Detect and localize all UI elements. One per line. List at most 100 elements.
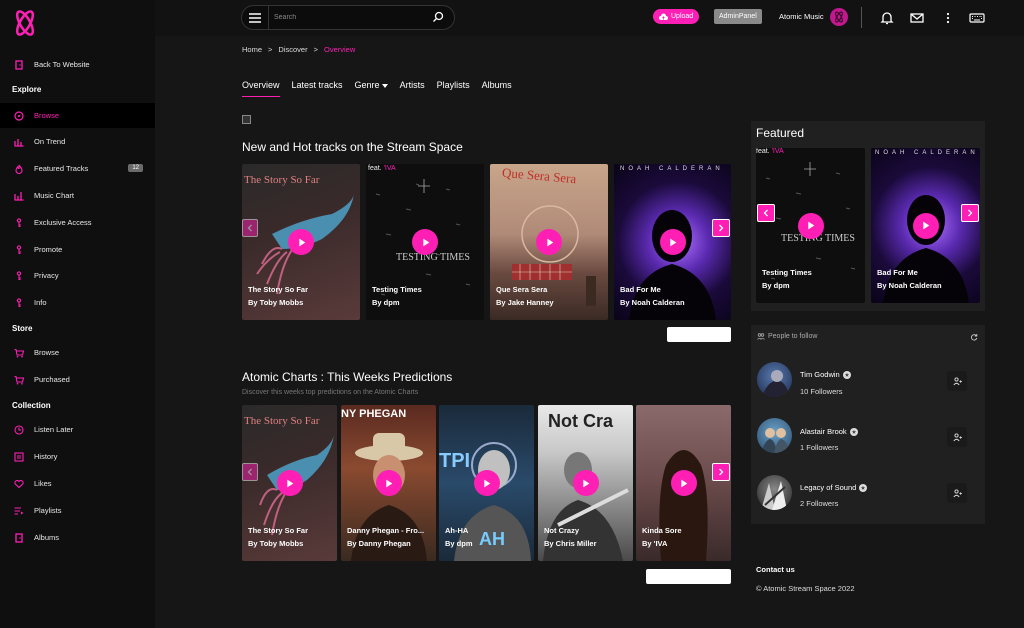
play-button[interactable] xyxy=(659,229,686,255)
play-button[interactable] xyxy=(670,470,697,496)
sidebar-item-info[interactable]: Info xyxy=(0,290,155,315)
follow-button[interactable] xyxy=(947,483,967,503)
keyboard-icon[interactable] xyxy=(969,11,985,25)
play-button[interactable] xyxy=(572,470,599,496)
carousel-next-button[interactable] xyxy=(712,463,730,481)
people-heading-label: People to follow xyxy=(768,333,818,340)
play-button[interactable] xyxy=(412,229,438,255)
cart-icon xyxy=(14,375,24,385)
sidebar-item-albums[interactable]: Albums xyxy=(0,525,155,550)
breadcrumb-discover[interactable]: Discover xyxy=(278,45,307,54)
track-card[interactable]: NY PHEGAN Danny Phegan - Fro... By Danny… xyxy=(341,405,436,561)
sidebar-item-purchased[interactable]: Purchased xyxy=(0,367,155,392)
featured-prev-button[interactable] xyxy=(757,204,775,222)
hamburger-menu-icon[interactable] xyxy=(247,10,263,26)
breadcrumb-separator: > xyxy=(268,45,273,54)
carousel-next-button[interactable] xyxy=(712,219,730,237)
breadcrumb-current: Overview xyxy=(323,45,356,54)
sidebar-item-browse[interactable]: Browse xyxy=(0,103,155,128)
track-card[interactable]: Que Sera Sera Que Sera Sera By Jake Hann… xyxy=(490,164,608,320)
sidebar-item-promote[interactable]: Promote xyxy=(0,237,155,262)
sidebar-item-store-browse[interactable]: Browse xyxy=(0,340,155,365)
tab-genre[interactable]: Genre xyxy=(355,80,388,97)
carousel-prev-button[interactable] xyxy=(242,463,258,481)
cloud-upload-icon xyxy=(659,13,668,20)
track-artist: By Toby Mobbs xyxy=(248,539,304,548)
play-button[interactable] xyxy=(276,470,303,496)
play-icon xyxy=(422,238,429,246)
tab-artists[interactable]: Artists xyxy=(400,80,425,97)
track-card[interactable]: AH TPI Ah-HA By dpm xyxy=(439,405,534,561)
refresh-icon[interactable] xyxy=(970,333,978,341)
avatar[interactable] xyxy=(757,362,792,397)
tab-albums[interactable]: Albums xyxy=(482,80,512,97)
track-artist: By Noah Calderan xyxy=(877,281,942,290)
person-name-label: Alastair Brook xyxy=(800,427,847,436)
track-card[interactable]: Not Cra Not Crazy By Chris Miller xyxy=(538,405,633,561)
contact-us-link[interactable]: Contact us xyxy=(756,565,795,574)
back-to-website-link[interactable]: Back To Website xyxy=(0,52,155,77)
avatar[interactable] xyxy=(757,475,792,510)
user-name[interactable]: Atomic Music xyxy=(779,12,824,21)
verified-icon xyxy=(859,483,868,492)
search-divider xyxy=(268,6,269,29)
tab-playlists[interactable]: Playlists xyxy=(437,80,470,97)
sidebar-item-history[interactable]: History xyxy=(0,444,155,469)
admin-panel-button[interactable]: AdminPanel xyxy=(714,9,762,24)
avatar[interactable] xyxy=(830,8,848,26)
users-icon xyxy=(757,333,765,340)
view-more-button[interactable] xyxy=(646,569,731,584)
featured-card[interactable]: feat. 'IVA TESTING TIMES Testing Times B… xyxy=(756,148,865,303)
sidebar-item-music-chart[interactable]: Music Chart xyxy=(0,183,155,208)
mail-icon[interactable] xyxy=(910,11,924,25)
tab-overview[interactable]: Overview xyxy=(242,80,280,97)
track-card[interactable]: The Story So Far The Story So Far By Tob… xyxy=(242,164,360,320)
compass-icon xyxy=(14,110,24,121)
user-add-icon xyxy=(952,432,962,441)
sidebar-item-on-trend[interactable]: On Trend xyxy=(0,129,155,154)
sidebar-item-exclusive-access[interactable]: Exclusive Access xyxy=(0,210,155,235)
cover-text: NOAH CALDERAN xyxy=(875,150,979,156)
person-name[interactable]: Tim Godwin xyxy=(800,370,851,379)
featured-next-button[interactable] xyxy=(961,204,979,222)
sidebar-item-label: Browse xyxy=(34,348,60,357)
verified-icon xyxy=(842,370,851,379)
avatar[interactable] xyxy=(757,418,792,453)
track-card[interactable]: NOAH CALDERAN Bad For Me By Noah Caldera… xyxy=(614,164,731,320)
play-button[interactable] xyxy=(797,212,824,239)
track-card[interactable]: The Story So Far The Story So Far By Tob… xyxy=(242,405,337,561)
person-name[interactable]: Alastair Brook xyxy=(800,427,858,436)
carousel-prev-button[interactable] xyxy=(242,219,258,237)
sidebar-item-privacy[interactable]: Privacy xyxy=(0,263,155,288)
track-card[interactable]: feat. 'IVA TESTING TIMES Testing Times B… xyxy=(366,164,484,320)
atom-logo-icon[interactable] xyxy=(10,8,40,38)
upload-button[interactable]: Upload xyxy=(653,9,700,24)
track-artist: By Noah Calderan xyxy=(620,298,685,307)
more-vertical-icon[interactable] xyxy=(941,11,955,25)
featured-card[interactable]: NOAH CALDERAN Bad For Me By Noah Caldera… xyxy=(871,148,980,303)
follow-button[interactable] xyxy=(947,427,967,447)
breadcrumb-home[interactable]: Home xyxy=(242,45,262,54)
sidebar-item-featured-tracks[interactable]: Featured Tracks 12 xyxy=(0,156,155,181)
search-input[interactable] xyxy=(274,10,414,25)
play-button[interactable] xyxy=(912,212,939,239)
feat-label: feat. 'IVA xyxy=(756,148,784,155)
bell-icon[interactable] xyxy=(880,11,894,25)
tab-latest-tracks[interactable]: Latest tracks xyxy=(292,80,343,97)
play-button[interactable] xyxy=(375,470,402,496)
chart-icon xyxy=(14,191,24,201)
sidebar-item-likes[interactable]: Likes xyxy=(0,471,155,496)
view-more-button[interactable] xyxy=(667,327,731,342)
search-icon[interactable] xyxy=(432,11,444,23)
play-button[interactable] xyxy=(473,470,500,496)
sidebar-item-listen-later[interactable]: Listen Later xyxy=(0,417,155,442)
play-button[interactable] xyxy=(536,229,562,255)
follow-button[interactable] xyxy=(947,371,967,391)
play-button[interactable] xyxy=(288,229,314,255)
play-icon xyxy=(386,479,393,487)
person-name[interactable]: Legacy of Sound xyxy=(800,483,868,492)
track-card[interactable]: Kinda Sore By 'IVA xyxy=(636,405,731,561)
track-artist: By dpm xyxy=(372,298,400,307)
sidebar-item-label: Playlists xyxy=(34,506,62,515)
sidebar-item-playlists[interactable]: Playlists xyxy=(0,498,155,523)
